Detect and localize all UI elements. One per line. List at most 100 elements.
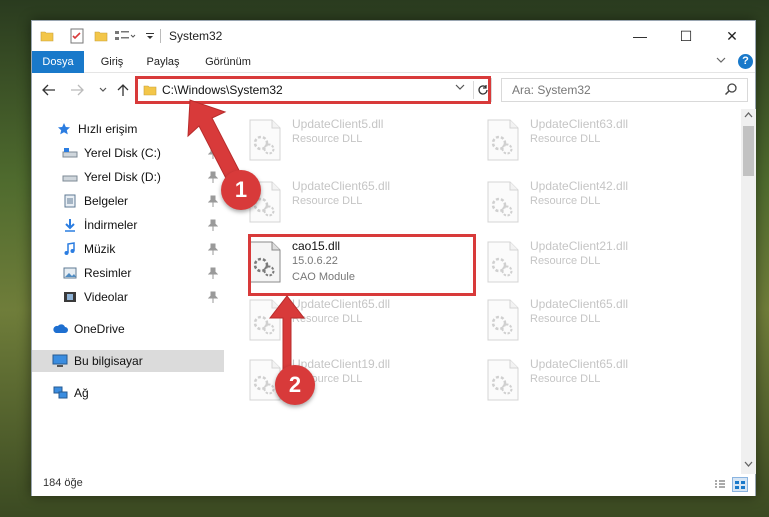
- sidebar-item-label: Videolar: [84, 290, 128, 304]
- file-item[interactable]: UpdateClient21.dll Resource DLL: [486, 237, 706, 287]
- navigation-pane: Hızlı erişim Yerel Disk (C:) Yerel Disk …: [32, 109, 224, 474]
- sidebar-item-drive-c[interactable]: Yerel Disk (C:): [32, 142, 224, 164]
- dll-file-icon: [248, 299, 284, 341]
- dll-file-icon: [486, 299, 522, 341]
- drive-icon: [62, 169, 78, 185]
- details-view-icon[interactable]: [712, 477, 728, 492]
- file-name: UpdateClient5.dll: [292, 117, 384, 131]
- maximize-button[interactable]: ☐: [663, 21, 709, 51]
- sidebar-item-network[interactable]: Ağ: [32, 382, 224, 404]
- view-options-icon[interactable]: [114, 27, 136, 45]
- sidebar-item-videos[interactable]: Videolar: [32, 286, 224, 308]
- folder-icon[interactable]: [40, 27, 54, 45]
- close-button[interactable]: ✕: [709, 21, 755, 51]
- forward-button[interactable]: [68, 81, 86, 99]
- large-icons-view-icon[interactable]: [732, 477, 748, 492]
- file-item[interactable]: UpdateClient65.dll Resource DLL: [486, 295, 706, 345]
- search-box[interactable]: Ara: System32: [501, 78, 748, 102]
- search-input[interactable]: Ara: System32: [512, 83, 591, 97]
- sidebar-item-pictures[interactable]: Resimler: [32, 262, 224, 284]
- sidebar-item-label: Resimler: [84, 266, 132, 280]
- file-item[interactable]: UpdateClient65.dll Resource DLL: [248, 177, 468, 227]
- file-name: UpdateClient65.dll: [292, 297, 391, 311]
- tab-share[interactable]: Paylaş: [140, 51, 186, 73]
- file-description: Resource DLL: [530, 373, 601, 385]
- back-button[interactable]: [40, 81, 58, 99]
- sidebar-item-label: İndirmeler: [84, 218, 138, 232]
- help-button[interactable]: ?: [738, 54, 753, 69]
- pin-icon[interactable]: [207, 291, 219, 306]
- search-icon: [724, 82, 738, 99]
- dll-file-icon: [486, 241, 522, 283]
- file-name: UpdateClient63.dll: [530, 117, 629, 131]
- sidebar-item-drive-d[interactable]: Yerel Disk (D:): [32, 166, 224, 188]
- pin-icon[interactable]: [207, 171, 219, 186]
- up-button[interactable]: [114, 81, 132, 99]
- file-name: UpdateClient42.dll: [530, 179, 629, 193]
- file-description: Resource DLL: [530, 255, 601, 267]
- file-item[interactable]: UpdateClient63.dll Resource DLL: [486, 115, 706, 165]
- documents-icon: [62, 193, 78, 209]
- file-name: UpdateClient65.dll: [530, 357, 629, 371]
- step-marker-2: 2: [275, 365, 315, 405]
- sidebar-item-downloads[interactable]: İndirmeler: [32, 214, 224, 236]
- tab-file[interactable]: Dosya: [32, 51, 84, 73]
- tab-view[interactable]: Görünüm: [198, 51, 258, 73]
- file-description: Resource DLL: [530, 195, 601, 207]
- minimize-button[interactable]: —: [617, 21, 663, 51]
- network-icon: [52, 385, 68, 401]
- item-count: 184 öğe: [43, 477, 83, 489]
- sidebar-item-label: Ağ: [74, 386, 89, 400]
- pin-icon[interactable]: [207, 147, 219, 162]
- vertical-scrollbar[interactable]: [741, 109, 756, 474]
- file-description: Resource DLL: [292, 195, 363, 207]
- sidebar-item-this-pc[interactable]: Bu bilgisayar: [32, 350, 224, 372]
- file-name: UpdateClient65.dll: [530, 297, 629, 311]
- sidebar-item-label: Belgeler: [84, 194, 129, 208]
- customize-toolbar-icon[interactable]: [145, 27, 155, 45]
- star-icon: [56, 121, 72, 137]
- dll-file-icon: [486, 119, 522, 161]
- sidebar-item-label: Yerel Disk (C:): [84, 146, 161, 160]
- file-item[interactable]: UpdateClient65.dll Resource DLL: [486, 355, 706, 405]
- music-icon: [62, 241, 78, 257]
- sidebar-item-onedrive[interactable]: OneDrive: [32, 318, 224, 340]
- sidebar-item-label: OneDrive: [74, 322, 125, 336]
- file-name: UpdateClient65.dll: [292, 179, 391, 193]
- step-marker-1: 1: [221, 170, 261, 210]
- sidebar-item-music[interactable]: Müzik: [32, 238, 224, 260]
- file-description: Resource DLL: [530, 313, 601, 325]
- file-description: Resource DLL: [530, 133, 601, 145]
- sidebar-item-documents[interactable]: Belgeler: [32, 190, 224, 212]
- dll-file-icon: [486, 359, 522, 401]
- new-folder-icon[interactable]: [94, 27, 108, 45]
- sidebar-item-quick-access[interactable]: Hızlı erişim: [32, 118, 224, 140]
- tab-home[interactable]: Giriş: [92, 51, 132, 73]
- file-item[interactable]: UpdateClient42.dll Resource DLL: [486, 177, 706, 227]
- status-bar: 184 öğe: [32, 474, 755, 496]
- scroll-up-icon[interactable]: [744, 111, 753, 120]
- window-title: System32: [169, 29, 223, 43]
- sidebar-item-label: Bu bilgisayar: [74, 354, 143, 368]
- file-name: UpdateClient21.dll: [530, 239, 629, 253]
- pin-icon[interactable]: [207, 267, 219, 282]
- cloud-icon: [52, 321, 68, 337]
- scroll-down-icon[interactable]: [744, 461, 753, 470]
- pin-icon[interactable]: [207, 195, 219, 210]
- file-item[interactable]: UpdateClient65.dll Resource DLL: [248, 295, 468, 345]
- pictures-icon: [62, 265, 78, 281]
- file-description: Resource DLL: [292, 133, 363, 145]
- pin-icon[interactable]: [207, 219, 219, 234]
- title-separator: [160, 29, 161, 43]
- file-item[interactable]: UpdateClient5.dll Resource DLL: [248, 115, 468, 165]
- ribbon-tabs: Dosya Giriş Paylaş Görünüm ?: [32, 51, 755, 73]
- dll-file-icon: [248, 119, 284, 161]
- expand-ribbon-icon[interactable]: [716, 55, 726, 67]
- file-description: Resource DLL: [292, 313, 363, 325]
- recent-locations-button[interactable]: [94, 81, 112, 99]
- properties-icon[interactable]: [70, 27, 84, 45]
- sidebar-item-label: Müzik: [84, 242, 116, 256]
- pin-icon[interactable]: [207, 243, 219, 258]
- scroll-thumb[interactable]: [743, 126, 754, 176]
- file-highlight: [248, 234, 476, 296]
